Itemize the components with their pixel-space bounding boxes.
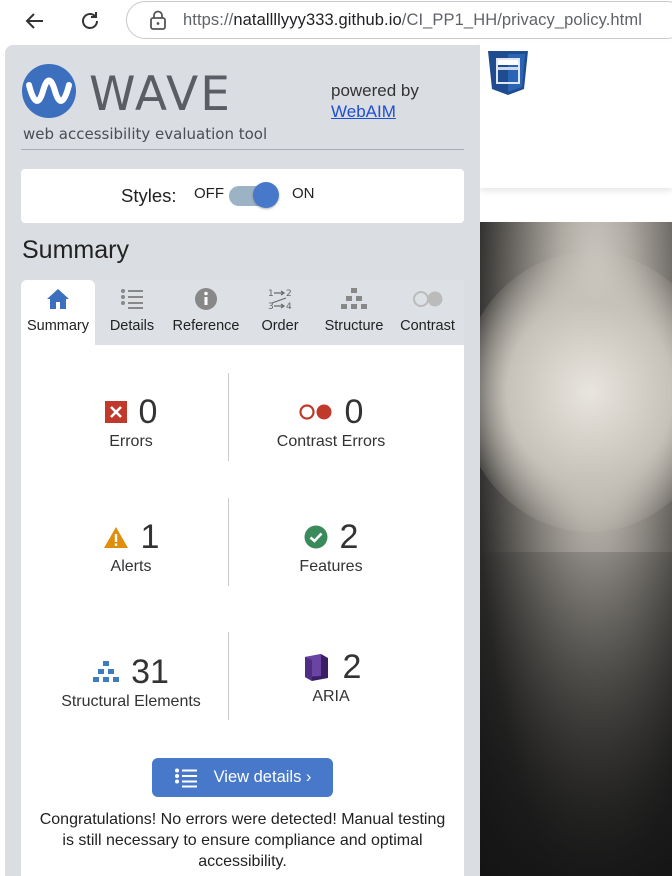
alerts-count: 1 [140, 517, 160, 556]
svg-text:2: 2 [286, 289, 292, 299]
info-icon [195, 288, 217, 310]
reload-button[interactable] [75, 6, 105, 36]
powered-by-label: powered by [331, 81, 419, 100]
wave-tagline: web accessibility evaluation tool [23, 125, 268, 143]
styles-label: Styles: [121, 185, 177, 206]
alert-icon [103, 526, 128, 548]
structure-icon [341, 288, 367, 309]
tab-reference-label: Reference [172, 318, 240, 334]
arrow-left-icon [25, 13, 43, 29]
summary-title: Summary [22, 236, 129, 264]
url-host: natallllyyy333.github.io [233, 10, 402, 29]
header-divider [21, 149, 464, 150]
tab-contrast[interactable]: Contrast [391, 280, 464, 345]
wave-logo-icon [22, 64, 76, 118]
hero-image [480, 222, 672, 876]
contrast-error-icon [298, 404, 332, 420]
tab-structure[interactable]: Structure [317, 280, 391, 345]
styles-toggle-knob[interactable] [253, 182, 279, 208]
stat-aria[interactable]: 2 ARIA [231, 648, 431, 706]
view-details-label: View details › [213, 768, 312, 786]
errors-count: 0 [138, 392, 158, 431]
hero-shade [480, 552, 672, 876]
reload-icon [82, 12, 98, 29]
aria-count: 2 [342, 647, 362, 686]
structural-count: 31 [131, 652, 169, 691]
errors-label: Errors [109, 433, 153, 450]
tab-order-label: Order [261, 318, 299, 334]
list-icon [121, 289, 143, 309]
congrats-message: Congratulations! No errors were detected… [39, 811, 446, 870]
stat-structural-elements[interactable]: 31 Structural Elements [31, 653, 231, 711]
wave-panel: WAVE web accessibility evaluation tool p… [5, 45, 480, 876]
wave-wordmark: WAVE [89, 67, 232, 122]
error-icon [104, 401, 127, 423]
alerts-label: Alerts [110, 558, 152, 575]
home-icon [47, 289, 69, 309]
structural-label: Structural Elements [61, 693, 201, 710]
tab-order[interactable]: 1 2 3 4 Order [243, 280, 317, 345]
stat-features[interactable]: 2 Features [231, 518, 431, 576]
tab-summary[interactable]: Summary [21, 280, 95, 345]
url-text: https://natallllyyy333.github.io/CI_PP1_… [183, 11, 642, 30]
styles-off-label: OFF [194, 185, 224, 202]
stat-contrast-errors[interactable]: 0 Contrast Errors [231, 393, 431, 451]
tab-details-label: Details [109, 318, 155, 334]
css3-shield-icon [488, 51, 528, 95]
url-scheme: https:// [183, 10, 234, 29]
view-details-button[interactable]: View details › [152, 758, 333, 797]
site-header [480, 42, 672, 188]
summary-content: 0 Errors 0 Contrast Errors 1 Alerts 2 Fe… [21, 345, 464, 876]
browser-toolbar: https://natallllyyy333.github.io/CI_PP1_… [0, 0, 672, 42]
feature-check-icon [304, 525, 328, 549]
powered-by: powered by WebAIM [331, 80, 419, 122]
aria-cube-icon [304, 654, 328, 681]
back-button[interactable] [20, 6, 50, 36]
svg-text:4: 4 [286, 302, 292, 312]
tab-details[interactable]: Details [95, 280, 169, 345]
webaim-link[interactable]: WebAIM [331, 101, 419, 122]
contrast-errors-count: 0 [344, 392, 364, 431]
tab-reference[interactable]: Reference [169, 280, 243, 345]
lock-icon [150, 10, 166, 30]
contrast-errors-label: Contrast Errors [276, 433, 386, 450]
aria-label: ARIA [312, 688, 350, 705]
stat-alerts[interactable]: 1 Alerts [31, 518, 231, 576]
svg-text:3: 3 [268, 302, 274, 312]
wave-tabs: Summary Details Reference 1 2 3 4 Order … [21, 280, 464, 345]
list-icon [174, 768, 197, 787]
order-icon: 1 2 3 4 [268, 289, 292, 312]
contrast-icon [412, 291, 442, 307]
stat-errors[interactable]: 0 Errors [31, 393, 231, 451]
features-count: 2 [339, 517, 359, 556]
svg-text:1: 1 [268, 289, 274, 299]
tab-summary-label: Summary [26, 318, 90, 334]
styles-on-label: ON [292, 185, 315, 202]
tab-contrast-label: Contrast [400, 318, 455, 334]
hero-scroll-highlight [480, 252, 672, 532]
url-path: /CI_PP1_HH/privacy_policy.html [401, 10, 642, 29]
address-bar[interactable]: https://natallllyyy333.github.io/CI_PP1_… [126, 1, 672, 39]
features-label: Features [299, 558, 363, 575]
tab-structure-label: Structure [324, 318, 384, 334]
structure-elements-icon [93, 661, 120, 682]
styles-toggle-box: Styles: OFF ON [21, 169, 464, 223]
